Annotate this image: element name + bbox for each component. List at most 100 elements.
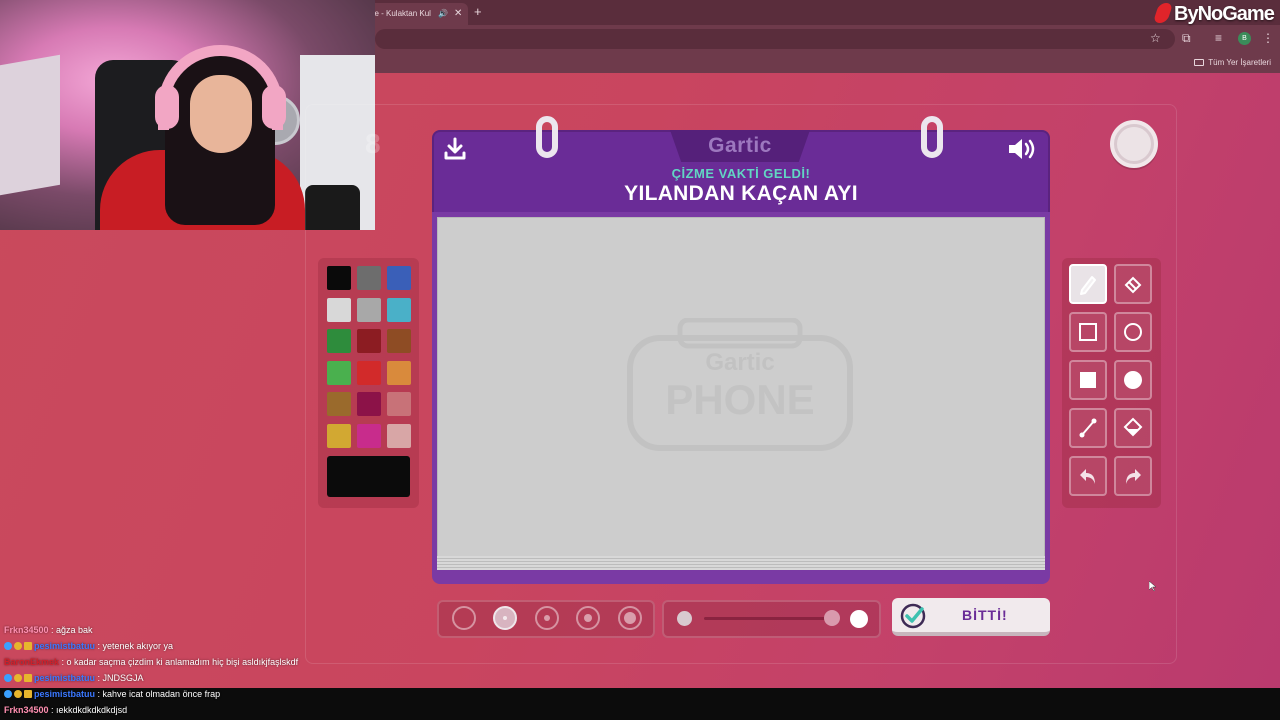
all-bookmarks-link[interactable]: Tüm Yer İşaretleri	[1194, 57, 1271, 69]
profile-avatar[interactable]: B	[1238, 32, 1251, 45]
brand-name: ByNoGame	[1174, 3, 1275, 25]
eraser-tool-button[interactable]	[1114, 264, 1152, 304]
color-swatch[interactable]	[327, 329, 351, 353]
rectangle-filled-icon	[1080, 372, 1096, 388]
done-button[interactable]: BİTTİ!	[892, 598, 1050, 636]
fill-tool-button[interactable]	[1114, 408, 1152, 448]
address-bar[interactable]	[375, 29, 1175, 49]
opacity-max-icon	[850, 610, 868, 628]
filled-circle-tool-button[interactable]	[1114, 360, 1152, 400]
selected-color-preview	[327, 456, 410, 497]
opacity-slider-handle[interactable]	[824, 610, 840, 626]
gartic-logo: Gartic	[708, 134, 772, 157]
download-icon[interactable]	[442, 136, 468, 162]
speaker-icon[interactable]: 🔊	[438, 3, 448, 25]
color-swatch[interactable]	[327, 423, 351, 448]
canvas-page-edges	[437, 556, 1045, 570]
redo-button[interactable]	[1114, 456, 1152, 496]
color-swatch[interactable]	[387, 329, 411, 353]
watermark-phone: PHONE	[665, 376, 814, 423]
bucket-icon	[1123, 417, 1143, 437]
line-icon	[1079, 418, 1097, 438]
brand-watermark: ByNoGame	[1152, 2, 1275, 26]
color-swatch[interactable]	[387, 423, 411, 448]
chat-text: : ıekkdkdkdkdkdjsd	[48, 705, 128, 715]
color-swatch[interactable]	[387, 360, 411, 385]
brush-size-1[interactable]	[452, 606, 476, 630]
chat-text: : kahve icat olmadan önce frap	[95, 689, 221, 699]
color-swatch[interactable]	[387, 297, 411, 322]
sound-icon[interactable]	[1006, 136, 1038, 162]
color-swatch[interactable]	[357, 297, 381, 322]
done-label: BİTTİ!	[962, 607, 1008, 623]
color-swatch[interactable]	[327, 392, 351, 416]
filled-rectangle-tool-button[interactable]	[1069, 360, 1107, 400]
crown-badge-icon	[24, 690, 32, 698]
faded-logo-glyph: 8	[365, 128, 381, 159]
chat-message: pesimistbatuu : JNDSGJA	[4, 670, 144, 686]
check-badge-icon	[4, 642, 12, 650]
chat-username[interactable]: Frkn34500	[4, 625, 49, 635]
color-swatch[interactable]	[357, 266, 381, 290]
browser-tab[interactable]: ne - Kulaktan Kul 🔊 ✕	[360, 3, 468, 25]
chat-username[interactable]: BaronEkmek	[4, 657, 59, 667]
brush-size-4-center	[584, 614, 592, 622]
circle-filled-icon	[1124, 371, 1142, 389]
drawing-prompt: YILANDAN KAÇAN AYI	[624, 182, 858, 205]
brush-size-3-center	[544, 615, 550, 621]
folder-icon	[1194, 59, 1205, 66]
chat-username[interactable]: pesimistbatuu	[34, 673, 95, 683]
chat-text: : o kadar saçma çizdim ki anlamadım hiç …	[59, 657, 299, 667]
media-icon[interactable]: ≡	[1215, 31, 1222, 45]
rectangle-tool-button[interactable]	[1069, 312, 1107, 352]
pencil-tool-button[interactable]	[1069, 264, 1107, 304]
chat-text: : JNDSGJA	[95, 673, 144, 683]
color-swatch[interactable]	[327, 266, 351, 290]
color-swatch[interactable]	[357, 392, 381, 416]
draw-time-subtitle: ÇİZME VAKTİ GELDİ!	[671, 166, 811, 181]
undo-icon	[1080, 469, 1095, 484]
wall-posters	[0, 54, 60, 196]
crown-badge-icon	[24, 674, 32, 682]
crown-badge-icon	[24, 642, 32, 650]
extensions-icon[interactable]: ⧉	[1182, 31, 1191, 45]
menu-icon[interactable]: ⋮	[1262, 31, 1274, 45]
brush-size-5-center	[624, 612, 636, 624]
chat-message: Frkn34500 : ağza bak	[4, 622, 93, 638]
new-tab-button[interactable]: +	[474, 3, 482, 21]
check-badge-icon	[4, 674, 12, 682]
chat-username[interactable]: Frkn34500	[4, 705, 49, 715]
chat-message: pesimistbatuu : yetenek akıyor ya	[4, 638, 173, 654]
star-icon[interactable]: ☆	[1150, 31, 1161, 45]
opacity-slider-track[interactable]	[704, 617, 830, 620]
color-swatch[interactable]	[327, 360, 351, 385]
undo-button[interactable]	[1069, 456, 1107, 496]
timer-face	[1117, 127, 1151, 161]
opacity-min-icon	[677, 611, 692, 626]
chat-message: BaronEkmek : o kadar saçma çizdim ki anl…	[4, 654, 298, 670]
headphone-left	[155, 85, 179, 129]
check-badge-icon	[900, 603, 926, 629]
gold-badge-icon	[14, 690, 22, 698]
chat-username[interactable]: pesimistbatuu	[34, 641, 95, 651]
timer-icon	[1110, 120, 1158, 168]
color-swatch[interactable]	[387, 392, 411, 416]
color-swatch[interactable]	[357, 360, 381, 385]
gold-badge-icon	[14, 642, 22, 650]
color-swatch[interactable]	[387, 266, 411, 290]
binder-ring-left	[536, 116, 558, 158]
headphone-right	[262, 85, 286, 129]
color-swatch[interactable]	[327, 297, 351, 322]
circle-tool-button[interactable]	[1114, 312, 1152, 352]
binder-ring-right	[921, 116, 943, 158]
close-icon[interactable]: ✕	[454, 3, 462, 25]
line-tool-button[interactable]	[1069, 408, 1107, 448]
check-badge-icon	[4, 690, 12, 698]
color-swatch[interactable]	[357, 329, 381, 353]
color-swatch[interactable]	[357, 423, 381, 448]
brand-logo-icon	[1152, 3, 1174, 23]
chat-text: : yetenek akıyor ya	[95, 641, 174, 651]
eraser-icon	[1124, 276, 1142, 294]
redo-icon	[1126, 469, 1141, 484]
chat-username[interactable]: pesimistbatuu	[34, 689, 95, 699]
